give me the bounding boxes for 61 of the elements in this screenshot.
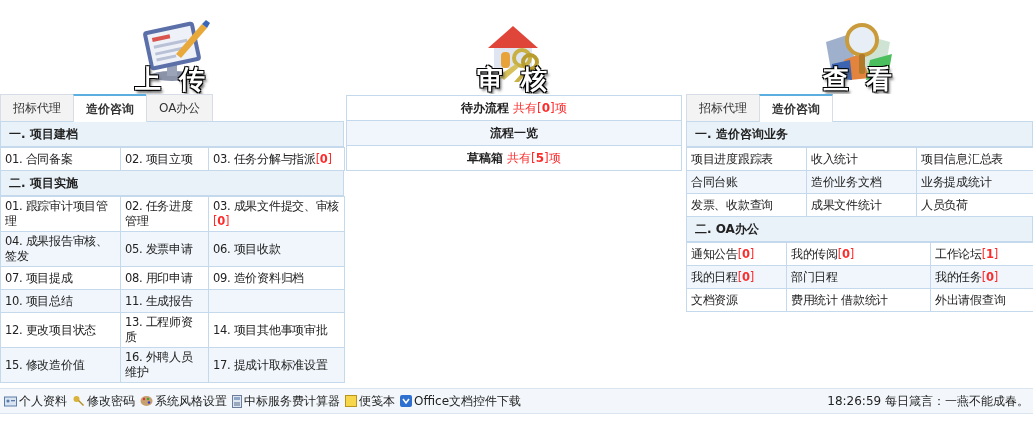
calculator-icon [232,394,242,408]
table-cell[interactable]: 费用统计 借款统计 [786,288,931,312]
list-link[interactable]: 待办流程 共有[0]项 [347,96,681,120]
tab[interactable]: 招标代理 [686,94,760,121]
table-cell[interactable]: 发票、收款查询 [686,193,807,217]
list-link[interactable]: 流程一览 [347,120,681,145]
table-cell[interactable]: 我的传阅[0] [786,242,931,266]
table-cell[interactable]: 文档资源 [686,288,787,312]
tab[interactable]: OA办公 [146,94,214,121]
section-heading: 一. 项目建档 [0,122,344,147]
table-cell[interactable]: 03. 成果文件提交、审核 [0] [208,196,345,232]
status-text: 18:26:59 每日箴言：一燕不能成春。 [827,392,1029,410]
table-cell[interactable]: 14. 项目其他事项审批 [208,312,345,348]
table-cell[interactable]: 13. 工程师资质 [120,312,209,348]
download-icon [400,395,412,407]
palette-icon [140,395,153,407]
list-link[interactable]: 草稿箱 共有[5]项 [347,145,681,170]
table-cell[interactable]: 15. 修改造价值 [0,347,121,383]
table-cell[interactable]: 业务提成统计 [916,170,1033,194]
footer-link[interactable]: 便笺本 [345,392,395,410]
table-cell[interactable]: 01. 合同备案 [0,147,121,171]
table-cell[interactable]: 02. 项目立项 [120,147,209,171]
table-cell[interactable]: 10. 项目总结 [0,289,121,313]
table-cell[interactable]: 16. 外聘人员维护 [120,347,209,383]
key-icon [72,395,85,407]
tab[interactable]: 造价咨询 [73,94,147,122]
footer-link[interactable]: 修改密码 [72,392,135,410]
table-cell[interactable]: 01. 跟踪审计项目管理 [0,196,121,232]
table-cell[interactable]: 06. 项目收款 [208,231,345,267]
table-cell[interactable]: 合同台账 [686,170,807,194]
section-heading: 一. 造价咨询业务 [686,122,1033,147]
footer-link[interactable]: 个人资料 [4,392,67,410]
section-title: 审 核 [477,64,551,94]
notepad-icon [345,395,357,407]
table-cell[interactable]: 17. 提成计取标准设置 [208,347,345,383]
footer-link[interactable]: 系统风格设置 [140,392,227,410]
table-cell[interactable]: 通知公告[0] [686,242,787,266]
section-heading: 二. OA办公 [686,217,1033,242]
id-card-icon [4,395,17,407]
table-cell[interactable]: 项目信息汇总表 [916,147,1033,171]
tab[interactable]: 招标代理 [0,94,74,121]
footer-link[interactable]: 中标服务费计算器 [232,392,340,410]
table-cell[interactable]: 02. 任务进度管理 [120,196,209,232]
table-cell[interactable]: 03. 任务分解与指派[0] [208,147,345,171]
section-heading: 二. 项目实施 [0,171,344,196]
table-cell[interactable]: 我的日程[0] [686,265,787,289]
table-cell[interactable]: 07. 项目提成 [0,266,121,290]
table-cell[interactable]: 成果文件统计 [806,193,917,217]
table-cell[interactable]: 收入统计 [806,147,917,171]
section-title: 上 传 [135,64,209,94]
table-cell[interactable]: 工作论坛[1] [930,242,1033,266]
footer-link[interactable]: Office文档控件下载 [400,392,522,410]
table-cell[interactable]: 04. 成果报告审核、签发 [0,231,121,267]
table-cell[interactable]: 09. 造价资料归档 [208,266,345,290]
table-cell[interactable]: 05. 发票申请 [120,231,209,267]
tab[interactable]: 造价咨询 [759,94,833,122]
table-cell[interactable]: 项目进度跟踪表 [686,147,807,171]
table-cell[interactable]: 造价业务文档 [806,170,917,194]
table-cell[interactable]: 12. 更改项目状态 [0,312,121,348]
table-cell[interactable]: 08. 用印申请 [120,266,209,290]
table-cell[interactable]: 部门日程 [786,265,931,289]
